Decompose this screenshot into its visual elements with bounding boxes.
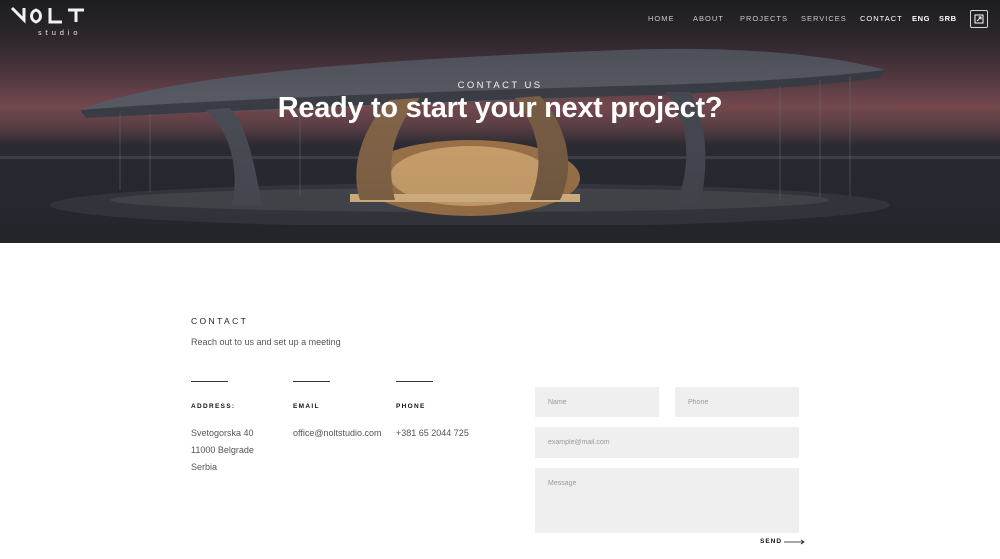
phone-block: PHONE +381 65 2044 725 [396,381,506,442]
expand-icon [974,14,984,24]
email-block: EMAIL office@noltstudio.com [293,381,403,442]
address-label: ADDRESS: [191,403,236,410]
address-line-1: Svetogorska 40 [191,428,254,438]
contact-heading: CONTACT [191,316,249,326]
divider [293,381,330,382]
phone-label: PHONE [396,403,426,410]
nav-about[interactable]: ABOUT [693,14,724,23]
name-input[interactable] [535,387,659,417]
logo-mark-icon [10,6,84,24]
arrow-right-icon [784,539,805,544]
logo[interactable]: studio [10,6,88,37]
divider [191,381,228,382]
contact-page: studio HOME ABOUT PROJECTS SERVICES CONT… [0,0,1000,559]
nav-projects[interactable]: PROJECTS [740,14,788,23]
address-line-2: 11000 Belgrade [191,445,254,455]
email-field-wrap [535,427,799,458]
address-block: ADDRESS: Svetogorska 40 11000 Belgrade S… [191,381,291,476]
nav-services[interactable]: SERVICES [801,14,847,23]
lang-srb[interactable]: SRB [939,14,957,23]
send-label: SEND [760,538,783,545]
divider [396,381,433,382]
address-line-3: Serbia [191,462,218,472]
contact-subtitle: Reach out to us and set up a meeting [191,337,341,347]
phone-field-wrap [675,387,799,417]
nav-contact[interactable]: CONTACT [860,14,903,23]
email-input[interactable] [535,427,799,458]
expand-button[interactable] [970,10,988,28]
email-label: EMAIL [293,403,320,410]
phone-link[interactable]: +381 65 2044 725 [396,425,506,442]
message-field-wrap [535,468,799,533]
hero-title: Ready to start your next project? [277,92,723,124]
hero-banner: studio HOME ABOUT PROJECTS SERVICES CONT… [0,0,1000,243]
message-input[interactable] [535,468,799,533]
send-button[interactable]: SEND [760,538,806,545]
logo-subtitle: studio [38,29,82,37]
hero-kicker: CONTACT US [457,80,543,91]
address-value: Svetogorska 40 11000 Belgrade Serbia [191,425,291,476]
lang-eng[interactable]: ENG [912,14,930,23]
phone-input[interactable] [675,387,799,417]
email-link[interactable]: office@noltstudio.com [293,425,403,442]
nav-home[interactable]: HOME [648,14,675,23]
name-field-wrap [535,387,659,417]
